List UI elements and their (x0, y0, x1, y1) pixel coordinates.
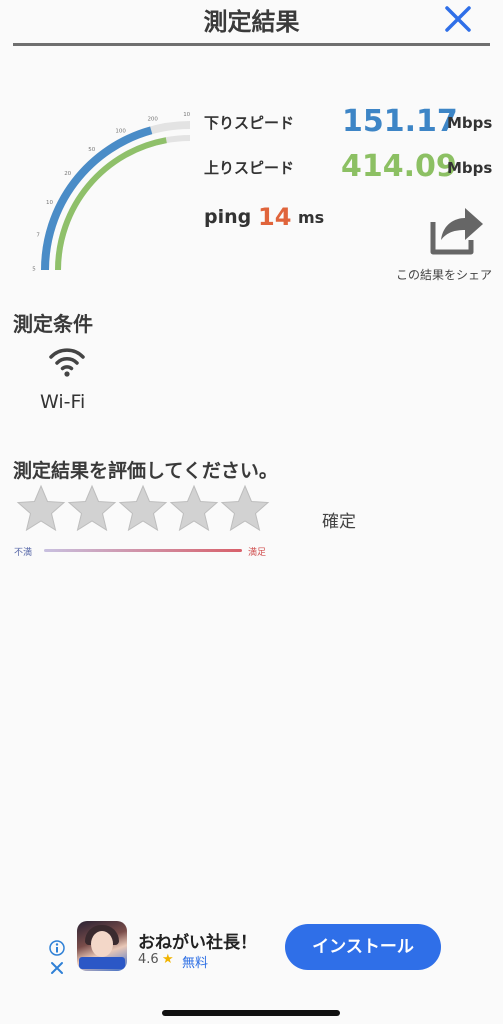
wifi-icon (49, 348, 85, 377)
share-icon[interactable] (425, 200, 485, 258)
star-icon: ★ (162, 952, 174, 967)
close-icon[interactable] (443, 4, 473, 34)
gauge-tick-label: 10 (46, 200, 53, 206)
header: 測定結果 (0, 0, 503, 46)
gauge-tick-label: 20 (64, 171, 71, 177)
gauge-tick-label: 50 (88, 147, 95, 153)
rating-star-icon[interactable] (169, 484, 219, 534)
page-title: 測定結果 (203, 8, 300, 36)
info-icon[interactable] (49, 940, 65, 956)
upload-unit: Mbps (447, 159, 493, 177)
ping-label: ping (204, 206, 252, 228)
rating-scale-bar (44, 549, 242, 552)
gauge-tick-label: 7 (36, 232, 40, 238)
rating-min-label: 不満 (14, 548, 33, 558)
ad-app-icon[interactable] (77, 921, 127, 971)
ad-title[interactable]: おねがい社長！ (138, 928, 257, 953)
gauge-tick-label: 200 (147, 117, 158, 123)
ping-value: 14 (258, 203, 292, 231)
download-label: 下りスピード (204, 114, 295, 132)
install-button[interactable]: インストール (285, 924, 441, 970)
upload-arc (55, 137, 167, 271)
rating-star-icon[interactable] (220, 484, 270, 534)
gauge-tick-label: 5 (32, 266, 36, 272)
upload-label: 上りスピード (204, 159, 295, 177)
ad-price: 無料 (182, 956, 209, 971)
ad-rating: 4.6 (138, 952, 159, 967)
rating-title: 測定結果を評価してください。 (13, 460, 278, 482)
home-indicator (162, 1010, 340, 1016)
gauge-tick-label: 100 (115, 128, 126, 134)
download-value: 151.17 (342, 104, 458, 139)
conditions-title: 測定条件 (13, 312, 93, 336)
rating-max-label: 満足 (248, 548, 267, 558)
share-label: この結果をシェア (395, 268, 492, 282)
network-type: Wi-Fi (40, 391, 86, 413)
header-divider (13, 43, 490, 46)
speed-gauge: 5 7 10 20 50 100 200 10 (32, 112, 190, 272)
rating-star-icon[interactable] (118, 484, 168, 534)
rating-star-icon[interactable] (16, 484, 66, 534)
ad-close-icon[interactable] (49, 960, 65, 976)
upload-value: 414.09 (341, 149, 457, 184)
gauge-tick-label: 10 (183, 112, 190, 118)
rating-star-icon[interactable] (67, 484, 117, 534)
confirm-button[interactable]: 確定 (322, 507, 356, 532)
download-unit: Mbps (447, 114, 493, 132)
ping-unit: ms (298, 208, 325, 227)
